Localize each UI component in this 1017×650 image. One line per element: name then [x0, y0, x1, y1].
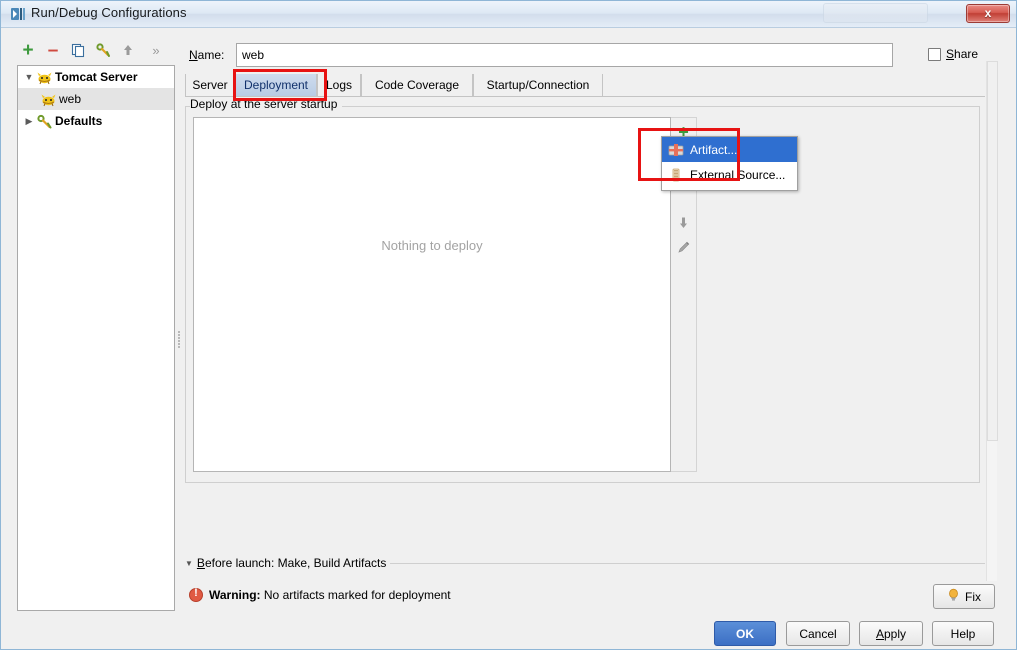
tab-server[interactable]: Server [185, 74, 235, 96]
intellij-run-config-icon [10, 6, 26, 22]
copy-configuration-button[interactable] [67, 39, 89, 61]
group-rule-bottom [185, 482, 980, 483]
tree-node-web[interactable]: web [18, 88, 174, 110]
empty-list-message: Nothing to deploy [381, 238, 483, 253]
close-icon: x [984, 6, 992, 20]
configurations-toolbar: + – » [17, 39, 175, 63]
tab-code-coverage[interactable]: Code Coverage [361, 74, 473, 96]
wrench-icon [36, 114, 53, 129]
copy-icon [67, 39, 89, 61]
deploy-group-title: Deploy at the server startup [190, 97, 343, 111]
fix-button-label: Fix [965, 589, 981, 604]
tab-label: Server [192, 78, 228, 92]
tab-label: Startup/Connection [486, 78, 590, 92]
pencil-icon [677, 240, 691, 257]
add-configuration-button[interactable]: + [17, 39, 39, 61]
wrench-icon [92, 39, 114, 61]
vertical-scrollbar[interactable] [986, 61, 998, 581]
apply-button[interactable]: Apply [859, 621, 923, 646]
help-button[interactable]: Help [932, 621, 994, 646]
menu-item-label: Artifact... [690, 142, 738, 157]
chevron-right-icon[interactable]: ▶ [22, 116, 36, 127]
configurations-tree[interactable]: ▼ Tomcat Server web ▶ Defaults [17, 65, 175, 611]
tab-label: Deployment [243, 78, 309, 92]
name-input[interactable] [236, 43, 893, 67]
ok-button-label: OK [736, 626, 754, 641]
share-label: Share [946, 47, 979, 61]
dialog-content: + – » ▼ Tomcat Server web ▶ Defaults Nam… [1, 28, 1016, 649]
warning-message: Warning: No artifacts marked for deploym… [209, 588, 451, 602]
run-debug-configurations-dialog: Run/Debug Configurations x + – » ▼ Tomca… [0, 0, 1017, 650]
tab-label: Logs [325, 78, 353, 92]
tree-node-defaults[interactable]: ▶ Defaults [18, 110, 174, 132]
tab-strip: Server Deployment Logs Code Coverage Sta… [185, 74, 985, 96]
deployment-list[interactable]: Nothing to deploy [193, 117, 671, 472]
group-rule-right [979, 106, 980, 483]
cancel-button-label: Cancel [799, 626, 837, 641]
tree-node-label: Defaults [55, 114, 103, 128]
tab-label: Code Coverage [374, 78, 460, 92]
window-title: Run/Debug Configurations [31, 5, 187, 20]
scrollbar-thumb[interactable] [987, 61, 998, 441]
tab-startup-connection[interactable]: Startup/Connection [473, 74, 603, 96]
chevron-down-icon[interactable]: ▼ [185, 559, 193, 568]
remove-configuration-button[interactable]: – [42, 39, 64, 61]
external-source-icon [668, 167, 684, 183]
chevron-down-icon[interactable]: ▼ [22, 72, 36, 82]
warning-detail: No artifacts marked for deployment [263, 588, 451, 602]
configuration-editor: Name: Share Server Deployment Logs Code … [185, 34, 985, 611]
warning-prefix: Warning: [209, 588, 261, 602]
menu-item-external-source[interactable]: External Source... [662, 162, 797, 187]
help-button-label: Help [950, 626, 976, 641]
ok-button[interactable]: OK [714, 621, 776, 646]
share-checkbox[interactable]: Share [928, 47, 978, 61]
warning-bar: Warning: No artifacts marked for deploym… [1, 580, 1016, 614]
tomcat-icon [40, 92, 57, 107]
cancel-button[interactable]: Cancel [786, 621, 850, 646]
lightbulb-icon [947, 588, 960, 605]
artifact-icon [668, 142, 684, 158]
before-launch-label: Before launch: Make, Build Artifacts [196, 556, 387, 570]
dialog-button-bar: OK Cancel Apply Help [1, 614, 1016, 649]
edit-templates-button[interactable] [92, 39, 114, 61]
tree-node-label: Tomcat Server [55, 70, 138, 84]
menu-item-artifact[interactable]: Artifact... [662, 137, 797, 162]
tree-node-label: web [59, 92, 82, 106]
tab-deployment[interactable]: Deployment [235, 74, 317, 96]
fix-button[interactable]: Fix [933, 584, 995, 609]
more-options-button[interactable]: » [145, 39, 167, 61]
arrow-up-icon [117, 39, 139, 61]
menu-item-label: External Source... [690, 167, 786, 182]
title-bar: Run/Debug Configurations x [1, 1, 1016, 28]
deployment-panel: Deploy at the server startup Nothing to … [185, 97, 985, 547]
panel-splitter[interactable] [175, 65, 185, 611]
plus-icon: + [22, 39, 34, 61]
warning-icon [189, 587, 203, 602]
close-button[interactable]: x [966, 4, 1010, 23]
chevron-right-double-icon: » [152, 42, 160, 58]
move-down-button[interactable] [672, 211, 695, 236]
tomcat-icon [36, 70, 53, 85]
apply-button-label: Apply [875, 626, 907, 641]
tab-logs[interactable]: Logs [317, 74, 361, 96]
title-bar-ghost-area [823, 3, 928, 23]
tree-node-tomcat-server[interactable]: ▼ Tomcat Server [18, 66, 174, 88]
checkbox-icon[interactable] [928, 47, 941, 61]
name-label: Name: [189, 48, 225, 62]
splitter-grip-icon [178, 330, 182, 352]
edit-deployment-button[interactable] [672, 236, 695, 261]
group-rule-left [185, 106, 186, 483]
arrow-down-icon [677, 216, 690, 232]
add-deployment-dropdown-menu: Artifact... External Source... [661, 136, 798, 191]
before-launch-section[interactable]: ▼ Before launch: Make, Build Artifacts [185, 554, 985, 572]
before-launch-rule [390, 563, 985, 564]
move-up-button[interactable] [117, 39, 139, 61]
minus-icon: – [47, 39, 59, 61]
